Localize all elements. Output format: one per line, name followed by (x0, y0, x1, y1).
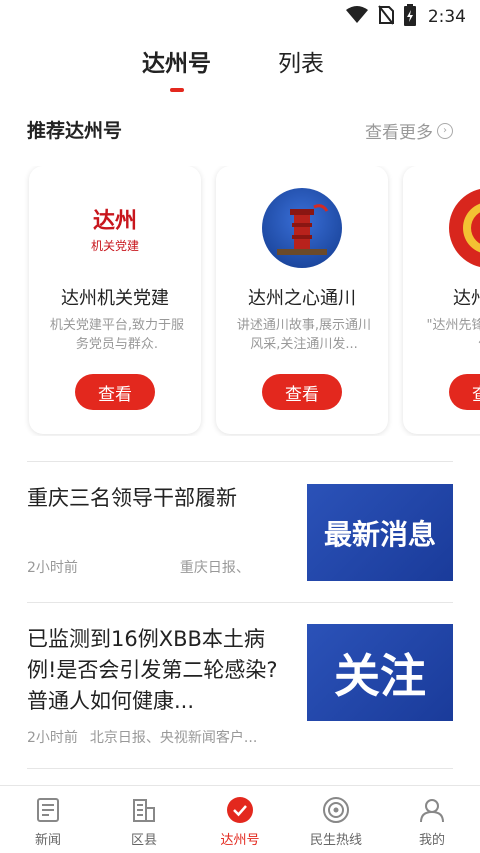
account-name: 达州先锋 (453, 288, 480, 309)
news-time: 2小时前 (27, 730, 78, 746)
nav-item-profile[interactable]: 我的 (384, 786, 480, 853)
news-title: 重庆三名领导干部履新 (27, 486, 237, 510)
party-logo: 达州 机关党建 (75, 188, 155, 268)
nav-item-news[interactable]: 新闻 (0, 786, 96, 853)
nav-item-dazhouhao[interactable]: 达州号 (192, 786, 288, 853)
nav-label: 民生热线 (309, 833, 362, 848)
nav-item-district[interactable]: 区县 (96, 786, 192, 853)
news-meta: 2小时前 重庆日报、 (27, 557, 250, 577)
recommend-section-header: 推荐达州号 查看更多 › (27, 116, 453, 146)
view-button[interactable]: 查看 (75, 374, 155, 410)
recommend-cards-row[interactable]: 达州 机关党建 达州机关党建 机关党建平台,致力于服务党员与群众. 查看 达州之… (0, 166, 480, 436)
bottom-nav: 新闻 区县 达州号 民生热线 我的 (0, 785, 480, 853)
thumbnail-text: 关注 (334, 648, 426, 703)
news-item[interactable]: 重庆三名领导干部履新 2小时前 重庆日报、 最新消息 (27, 483, 453, 583)
nav-label: 新闻 (34, 833, 61, 848)
hotline-icon (321, 795, 351, 825)
account-desc: 机关党建平台,致力于服务党员与群众. (49, 318, 185, 352)
news-time: 2小时前 (27, 560, 78, 576)
tongchuan-logo (262, 188, 342, 268)
news-title: 已监测到16例XBB本土病例!是否会引发第二轮感染?普通人如何健康... (27, 627, 278, 713)
news-source: 北京日报、央视新闻客户... (89, 730, 258, 746)
tab-dazhouhao[interactable]: 达州号 (142, 44, 211, 78)
account-desc: 讲述通川故事,展示通川风采,关注通川发... (236, 318, 372, 352)
tab-list[interactable]: 列表 (278, 44, 324, 78)
account-card[interactable]: 达州之心通川 讲述通川故事,展示通川风采,关注通川发... 查看 (216, 166, 388, 434)
account-name: 达州之心通川 (248, 288, 356, 309)
logo-title: 达州 (92, 207, 137, 234)
view-more-label: 查看更多 (365, 123, 433, 143)
account-card[interactable]: 达州 机关党建 达州机关党建 机关党建平台,致力于服务党员与群众. 查看 (29, 166, 201, 434)
view-more-link[interactable]: 查看更多 › (365, 118, 453, 143)
nav-label: 区县 (130, 833, 157, 848)
section-title: 推荐达州号 (27, 120, 123, 142)
no-sim-icon (378, 4, 394, 30)
news-thumbnail: 关注 (307, 624, 453, 721)
divider (27, 461, 453, 462)
news-meta: 2小时前 北京日报、央视新闻客户... (27, 727, 257, 747)
status-bar: 2:34 (0, 0, 480, 34)
top-tabs: 达州号 列表 (0, 44, 480, 94)
nav-label: 达州号 (220, 833, 260, 848)
check-circle-icon (225, 795, 255, 825)
news-source: 重庆日报、 (179, 560, 250, 576)
nav-item-hotline[interactable]: 民生热线 (288, 786, 384, 853)
news-thumbnail: 最新消息 (307, 484, 453, 581)
active-tab-indicator (170, 88, 184, 92)
divider (27, 768, 453, 769)
clock-time: 2:34 (427, 7, 466, 27)
view-button[interactable]: 查看 (449, 374, 480, 410)
district-icon (129, 795, 159, 825)
account-name: 达州机关党建 (61, 288, 169, 309)
view-button[interactable]: 查看 (262, 374, 342, 410)
battery-icon (403, 3, 416, 31)
nav-label: 我的 (418, 833, 445, 848)
chevron-right-icon: › (437, 122, 453, 139)
logo-subtitle: 机关党建 (90, 238, 139, 253)
news-icon (33, 795, 63, 825)
account-desc: "达州先锋"达州组织工作... (426, 318, 480, 352)
profile-icon (417, 795, 447, 825)
pioneer-logo (449, 188, 480, 268)
account-card[interactable]: 达州先锋 "达州先锋"达州组织工作... 查看 (403, 166, 480, 434)
wifi-icon (345, 5, 368, 29)
thumbnail-text: 最新消息 (323, 517, 436, 551)
divider (27, 602, 453, 603)
news-item[interactable]: 已监测到16例XBB本土病例!是否会引发第二轮感染?普通人如何健康... 2小时… (27, 624, 453, 754)
